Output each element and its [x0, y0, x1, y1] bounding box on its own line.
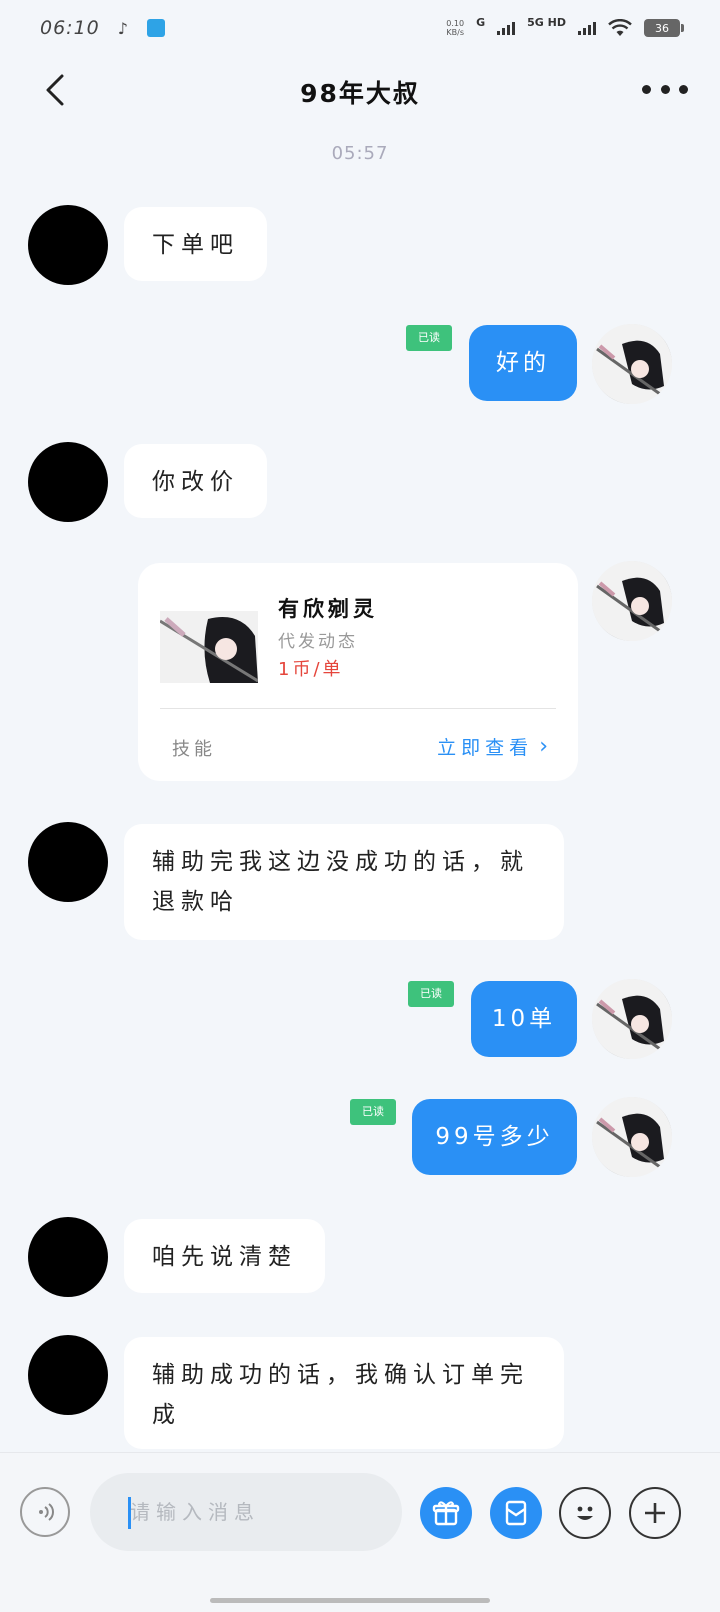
contact-avatar[interactable] — [28, 822, 108, 902]
contact-avatar[interactable] — [28, 205, 108, 285]
message-bubble-in[interactable]: 辅助完我这边没成功的话，就 退款哈 — [124, 824, 564, 940]
message-bubble-in[interactable]: 咱先说清楚 — [124, 1219, 325, 1293]
chat-title: 98年大叔 — [300, 79, 420, 108]
input-bar — [0, 1452, 720, 1612]
net-type-label-2: 5G HD — [527, 15, 566, 29]
emoji-button[interactable] — [559, 1487, 611, 1539]
message-bubble-out[interactable]: 10单 — [471, 981, 577, 1057]
card-subtitle: 代发动态 — [278, 632, 358, 652]
net-speed-value: 0.10 — [446, 19, 465, 28]
app-notification-icon — [146, 19, 165, 37]
message-line: 辅助成功的话，我确认订单完 — [152, 1362, 529, 1388]
status-time: 06:10 — [40, 17, 100, 39]
message-bubble-out[interactable]: 好的 — [469, 325, 577, 401]
text-caret — [128, 1497, 131, 1529]
message-bubble-in[interactable]: 你改价 — [124, 444, 267, 518]
more-button[interactable] — [642, 74, 688, 104]
gift-button[interactable] — [420, 1487, 472, 1539]
my-avatar[interactable] — [592, 1097, 672, 1177]
card-tag: 技能 — [172, 739, 216, 760]
net-speed: 0.10 KB/s — [446, 19, 464, 37]
message-line: 成 — [152, 1402, 181, 1428]
view-now-link[interactable]: 立即查看 › — [437, 733, 548, 760]
message-bubble-in[interactable]: 下单吧 — [124, 207, 267, 281]
skill-card[interactable]: 有欣剜灵 代发动态 1币/单 技能 立即查看 › — [138, 563, 578, 781]
wifi-icon — [608, 19, 632, 36]
divider — [160, 708, 556, 709]
red-packet-icon — [505, 1500, 527, 1526]
read-badge: 已读 — [406, 325, 452, 351]
my-avatar[interactable] — [592, 561, 672, 641]
more-dot — [660, 84, 670, 94]
more-dot — [679, 84, 688, 94]
read-badge: 已读 — [408, 981, 454, 1007]
contact-avatar[interactable] — [28, 442, 108, 522]
more-dots-icon — [642, 84, 651, 94]
chat-header: 98年大叔 — [0, 56, 720, 126]
voice-button[interactable] — [20, 1487, 70, 1537]
view-now-label: 立即查看 — [437, 737, 534, 759]
card-thumbnail — [160, 611, 258, 683]
status-bar: 06:10 ♪ 0.10 KB/s G 5G HD 36 — [0, 0, 720, 56]
my-avatar[interactable] — [592, 324, 672, 404]
anime-avatar-image — [592, 561, 672, 641]
red-packet-button[interactable] — [490, 1487, 542, 1539]
card-price: 1币/单 — [278, 659, 344, 680]
read-badge: 已读 — [350, 1099, 396, 1125]
plus-icon — [645, 1503, 665, 1523]
battery-icon: 36 — [644, 19, 684, 37]
signal-icon — [497, 21, 516, 35]
emoji-icon — [577, 1506, 593, 1520]
music-note-icon: ♪ — [117, 18, 129, 38]
message-timestamp: 05:57 — [331, 143, 389, 164]
message-bubble-out[interactable]: 99号多少 — [412, 1099, 577, 1175]
signal-icon-2 — [578, 21, 596, 35]
gift-icon — [432, 1501, 460, 1526]
my-avatar[interactable] — [592, 979, 672, 1059]
home-indicator[interactable] — [210, 1598, 490, 1603]
message-input[interactable] — [90, 1473, 402, 1551]
card-name: 有欣剜灵 — [278, 597, 378, 621]
add-button[interactable] — [629, 1487, 681, 1539]
message-bubble-in[interactable]: 辅助成功的话，我确认订单完 成 — [124, 1337, 564, 1449]
chevron-right-icon: › — [539, 734, 548, 759]
voice-icon — [39, 1503, 54, 1521]
net-speed-unit: KB/s — [446, 28, 464, 37]
contact-avatar[interactable] — [28, 1335, 108, 1415]
message-line: 退款哈 — [152, 889, 239, 915]
contact-avatar[interactable] — [28, 1217, 108, 1297]
anime-avatar-image — [592, 979, 672, 1059]
anime-avatar-image — [592, 1097, 672, 1177]
net-type-label-1: G — [476, 15, 486, 29]
message-line: 辅助完我这边没成功的话，就 — [152, 849, 529, 875]
anime-avatar-image — [592, 324, 672, 404]
